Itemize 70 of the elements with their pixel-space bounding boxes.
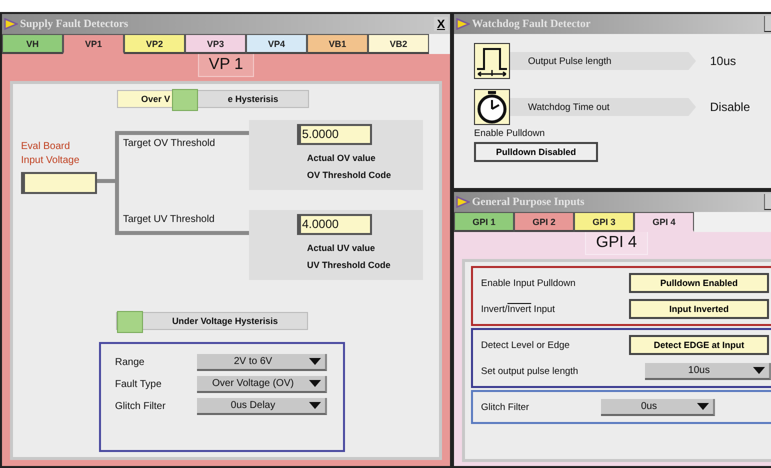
slider-thumb[interactable] [172, 89, 198, 111]
play-icon [4, 18, 18, 30]
caret-icon [697, 402, 709, 410]
close-button[interactable] [764, 194, 771, 210]
caret-icon [309, 358, 321, 365]
play-icon [456, 18, 470, 30]
tab[interactable]: GPI 3 [574, 212, 634, 232]
slider-label: Under Voltage Hysterisis [172, 316, 278, 326]
play-icon [456, 196, 470, 208]
tab[interactable]: VP3 [185, 34, 246, 54]
tab[interactable]: VB1 [307, 34, 368, 54]
toggle-button[interactable]: Input Inverted [629, 299, 769, 319]
setting-label: Invert/Invert Input [481, 304, 556, 314]
readout-label: Actual UV value [307, 242, 376, 255]
input-label: Eval Board Input Voltage [21, 140, 80, 168]
value-field[interactable]: 4.0000 [297, 214, 372, 235]
dropdown[interactable]: 0us [601, 398, 715, 416]
setting-label: Watchdog Time out [528, 102, 610, 112]
toggle-button[interactable]: Pulldown Enabled [629, 273, 769, 293]
threshold-label: Target OV Threshold [123, 138, 216, 149]
pulldown-button[interactable]: Pulldown Disabled [474, 142, 598, 162]
setting-label: Set output pulse length [481, 366, 580, 376]
slider-thumb[interactable] [117, 311, 143, 333]
tab[interactable]: VB2 [368, 34, 429, 54]
pulse-icon [474, 43, 510, 79]
input-field[interactable] [21, 172, 97, 194]
dropdown[interactable]: 2V to 6V [197, 354, 327, 371]
readout-label: Actual OV value [307, 152, 377, 165]
slider-track[interactable]: Under Voltage Hysterisis [116, 312, 308, 330]
setting-value: 10us [710, 54, 736, 68]
window-title: Supply Fault Detectors [20, 18, 128, 30]
tab[interactable]: VP2 [124, 34, 185, 54]
setting-label: Range [115, 357, 146, 368]
slider-track[interactable]: Over V e Hysterisis [117, 90, 309, 108]
caret-icon [309, 402, 321, 409]
close-button[interactable]: X [434, 17, 448, 31]
caret-icon [753, 366, 765, 374]
caret-icon [309, 380, 321, 387]
dropdown[interactable]: Over Voltage (OV) [197, 376, 327, 393]
tab[interactable]: GPI 1 [454, 212, 514, 232]
tab[interactable]: GPI 4 [634, 212, 694, 232]
readout-label: OV Threshold Code [307, 169, 392, 182]
tab[interactable]: VP4 [246, 34, 307, 54]
slider-label: e Hysterisis [228, 94, 278, 104]
setting-label: Glitch Filter [481, 402, 530, 412]
tab[interactable]: GPI 2 [514, 212, 574, 232]
setting-label: Output Pulse length [528, 56, 612, 66]
dropdown[interactable]: 0us Delay [197, 398, 327, 415]
tab[interactable]: VH [2, 34, 63, 54]
value-field[interactable]: 5.0000 [297, 124, 372, 145]
stopwatch-icon [474, 89, 510, 125]
setting-bar[interactable]: Output Pulse length [510, 52, 696, 70]
setting-label: Enable Input Pulldown [481, 278, 577, 288]
setting-value: Disable [710, 100, 750, 114]
window-title: Watchdog Fault Detector [472, 18, 591, 30]
close-button[interactable] [764, 16, 771, 32]
window-title: General Purpose Inputs [472, 196, 584, 208]
toggle-button[interactable]: Detect EDGE at Input [629, 335, 769, 355]
panel-title: GPI 4 [585, 232, 648, 255]
dropdown[interactable]: 10us [645, 362, 771, 380]
pulldown-label: Enable Pulldown [474, 128, 546, 139]
setting-bar[interactable]: Watchdog Time out [510, 98, 696, 116]
panel-title: VP 1 [198, 54, 254, 77]
setting-label: Glitch Filter [115, 401, 167, 412]
setting-label: Fault Type [115, 379, 163, 390]
readout-label: UV Threshold Code [307, 259, 392, 272]
threshold-label: Target UV Threshold [123, 214, 215, 225]
slider-label: Over V [141, 94, 172, 104]
setting-label: Detect Level or Edge [481, 340, 571, 350]
tab[interactable]: VP1 [63, 34, 124, 54]
